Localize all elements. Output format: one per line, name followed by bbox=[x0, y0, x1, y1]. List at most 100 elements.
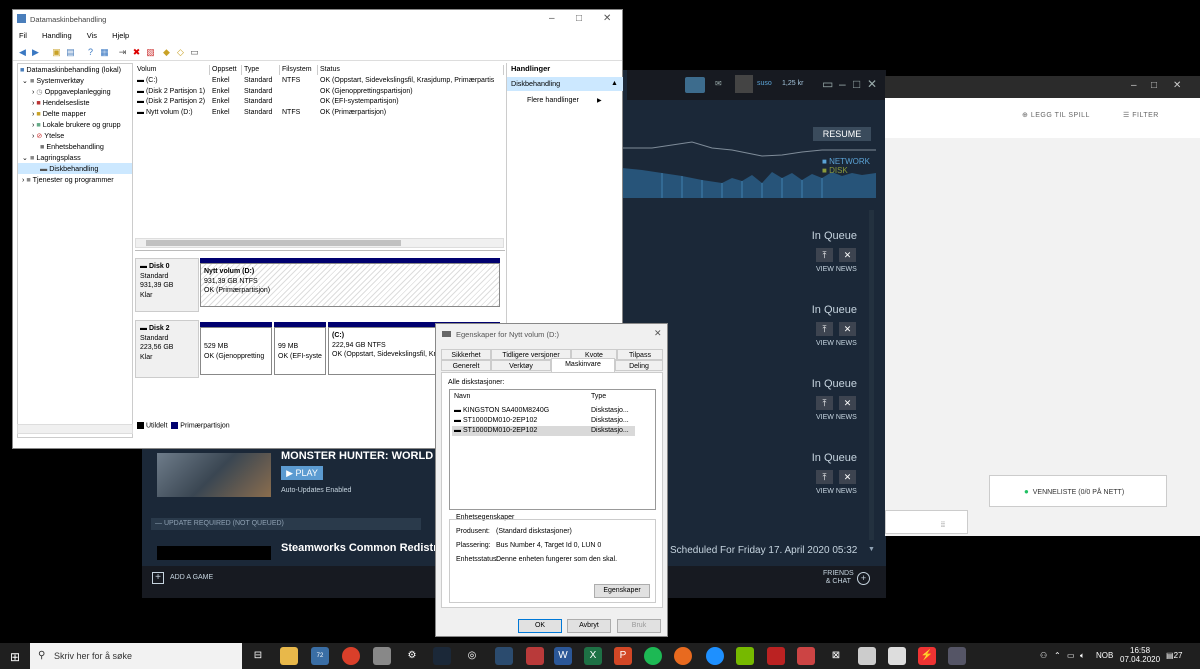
view-news-link[interactable]: VIEW NEWS bbox=[816, 488, 857, 495]
forward-icon[interactable]: ▶ bbox=[30, 47, 41, 57]
table-row[interactable]: ▬ (Disk 2 Partisjon 1) Enkel Standard OK… bbox=[135, 87, 504, 98]
move-up-icon[interactable]: ⤒ bbox=[816, 322, 833, 336]
help-icon[interactable]: ? bbox=[85, 47, 96, 57]
user-icon[interactable]: ⚇ bbox=[1040, 651, 1047, 660]
text-input[interactable] bbox=[885, 510, 968, 534]
tree-item-device-manager[interactable]: ■ Enhetsbehandling bbox=[18, 141, 132, 152]
view-news-link[interactable]: VIEW NEWS bbox=[816, 414, 857, 421]
start-icon[interactable]: ⊞ bbox=[10, 650, 20, 664]
list-item[interactable]: ▬ KINGSTON SA400M8240G Diskstasjo... bbox=[452, 406, 635, 416]
chrome-icon[interactable] bbox=[342, 647, 360, 665]
volume-icon[interactable]: 🔈︎ bbox=[1080, 651, 1085, 661]
word-icon[interactable]: W bbox=[554, 647, 572, 665]
search-box[interactable]: ⚲ Skriv her for å søke bbox=[30, 643, 242, 669]
friends-list-bar[interactable]: ● VENNELISTE (0/0 PÅ NETT) bbox=[989, 475, 1167, 507]
volume-hscroll[interactable] bbox=[135, 238, 504, 248]
spotify-icon[interactable] bbox=[644, 647, 662, 665]
minimize-icon[interactable]: – bbox=[839, 77, 846, 91]
tree-item-root[interactable]: ■ Datamaskinbehandling (lokal) bbox=[18, 64, 132, 75]
view-news-link[interactable]: VIEW NEWS bbox=[816, 340, 857, 347]
close-icon[interactable]: ✕ bbox=[603, 13, 611, 24]
tree-item-local-users[interactable]: › ■ Lokale brukere og grupp bbox=[18, 119, 132, 130]
nvidia-icon[interactable] bbox=[736, 647, 754, 665]
app-icon[interactable]: ◎ bbox=[463, 647, 481, 665]
collapse-icon[interactable]: ▲ bbox=[611, 77, 618, 91]
close-icon[interactable]: ✕ bbox=[867, 77, 877, 91]
maximize-icon[interactable]: □ bbox=[576, 13, 582, 24]
more-actions[interactable]: Flere handlinger ▶ bbox=[527, 95, 602, 104]
add-friend-icon[interactable]: + bbox=[857, 572, 870, 585]
table-row[interactable]: ▬ (Disk 2 Partisjon 2) Enkel Standard OK… bbox=[135, 97, 504, 108]
partition[interactable]: 529 MB OK (Gjenoppretting bbox=[200, 322, 272, 375]
language-indicator[interactable]: NOB bbox=[1096, 651, 1113, 660]
move-up-icon[interactable]: ⤒ bbox=[816, 248, 833, 262]
back-icon[interactable]: ◀ bbox=[17, 47, 28, 57]
steam-username[interactable]: suso bbox=[757, 80, 772, 87]
notifications-icon[interactable]: ▤27 bbox=[1166, 651, 1182, 660]
partition[interactable]: 99 MB OK (EFI-syste bbox=[274, 322, 326, 375]
column-header[interactable]: Oppsett bbox=[210, 65, 242, 75]
update-required-header[interactable]: — UPDATE REQUIRED (NOT QUEUED) bbox=[151, 518, 421, 530]
tree-item-event-viewer[interactable]: › ■ Hendelsesliste bbox=[18, 97, 132, 108]
scrollbar[interactable] bbox=[869, 210, 874, 540]
partition[interactable]: Nytt volum (D:) 931,39 GB NTFS OK (Primæ… bbox=[200, 258, 500, 307]
properties-icon[interactable]: ▦ bbox=[99, 47, 110, 57]
filter-button[interactable]: ☰ FILTER bbox=[1123, 111, 1159, 119]
game-title[interactable]: MONSTER HUNTER: WORLD bbox=[281, 450, 433, 462]
scroll-down-icon[interactable]: ▼ bbox=[868, 546, 875, 553]
origin-icon[interactable] bbox=[674, 647, 692, 665]
view-mode-icon[interactable]: ▭ bbox=[822, 77, 833, 91]
scroll-thumb[interactable] bbox=[146, 240, 401, 246]
explore-icon[interactable]: ◇ bbox=[175, 47, 186, 57]
remove-icon[interactable]: ✕ bbox=[839, 396, 856, 410]
disk-info[interactable]: ▬ Disk 2 Standard 223,56 GB Klar bbox=[135, 320, 199, 378]
network-icon[interactable]: ▭ bbox=[1067, 651, 1075, 660]
console-tree-icon[interactable]: ▤ bbox=[65, 47, 76, 57]
game-thumbnail[interactable] bbox=[157, 453, 271, 497]
tab-hardware[interactable]: Maskinvare bbox=[551, 358, 615, 372]
folder-icon[interactable]: ▣ bbox=[51, 47, 62, 57]
tree-item-performance[interactable]: › ⊘ Ytelse bbox=[18, 130, 132, 141]
add-game-button[interactable]: ADD A GAME bbox=[170, 574, 213, 581]
tree-item-shared-folders[interactable]: › ■ Delte mapper bbox=[18, 108, 132, 119]
minimize-icon[interactable]: – bbox=[1131, 80, 1137, 91]
cancel-button[interactable]: Avbryt bbox=[567, 619, 611, 633]
powerpoint-icon[interactable]: P bbox=[614, 647, 632, 665]
app-icon[interactable]: ⚡ bbox=[918, 647, 936, 665]
tab-general[interactable]: Generelt bbox=[441, 360, 491, 371]
app-icon[interactable] bbox=[858, 647, 876, 665]
menu-file[interactable]: Fil bbox=[19, 31, 27, 40]
tree-item-task-scheduler[interactable]: › ◷ Oppgaveplanlegging bbox=[18, 86, 132, 97]
game-thumbnail[interactable] bbox=[157, 546, 271, 560]
remove-icon[interactable]: ✕ bbox=[839, 322, 856, 336]
tree-item-services[interactable]: › ■ Tjenester og programmer bbox=[18, 174, 132, 185]
broadcast-button[interactable] bbox=[685, 77, 705, 93]
column-header[interactable]: Navn bbox=[454, 393, 470, 400]
add-icon[interactable]: + bbox=[152, 572, 164, 584]
notification-icon[interactable]: ✉ bbox=[715, 79, 727, 89]
file-explorer-icon[interactable] bbox=[280, 647, 298, 665]
app-icon[interactable] bbox=[495, 647, 513, 665]
column-header[interactable]: Type bbox=[242, 65, 280, 75]
view-news-link[interactable]: VIEW NEWS bbox=[816, 266, 857, 273]
close-icon[interactable]: ✕ bbox=[654, 328, 662, 339]
scroll-icon[interactable]: ⁞⁞ bbox=[941, 522, 945, 529]
chevron-up-icon[interactable]: ⌃ bbox=[1054, 651, 1061, 660]
column-header[interactable]: Type bbox=[591, 393, 606, 400]
tab-security[interactable]: Sikkerhet bbox=[441, 349, 491, 360]
app-icon[interactable] bbox=[948, 647, 966, 665]
app-icon[interactable] bbox=[767, 647, 785, 665]
tree-item-storage[interactable]: ⌄ ■ Lagringsplass bbox=[18, 152, 132, 163]
app-icon[interactable] bbox=[888, 647, 906, 665]
remove-icon[interactable]: ✕ bbox=[839, 248, 856, 262]
avatar[interactable] bbox=[735, 75, 753, 93]
app-icon[interactable] bbox=[797, 647, 815, 665]
connect-icon[interactable]: ⇥ bbox=[117, 47, 128, 57]
move-up-icon[interactable]: ⤒ bbox=[816, 470, 833, 484]
column-header[interactable]: Volum bbox=[135, 65, 210, 75]
steam-icon[interactable] bbox=[433, 647, 451, 665]
tab-tools[interactable]: Verktøy bbox=[491, 360, 551, 371]
format-icon[interactable]: ▧ bbox=[145, 47, 156, 57]
list-item[interactable]: ▬ ST1000DM010-2EP102 Diskstasjo... bbox=[452, 416, 635, 426]
list-item[interactable]: ▬ ST1000DM010-2EP102 Diskstasjo... bbox=[452, 426, 635, 436]
